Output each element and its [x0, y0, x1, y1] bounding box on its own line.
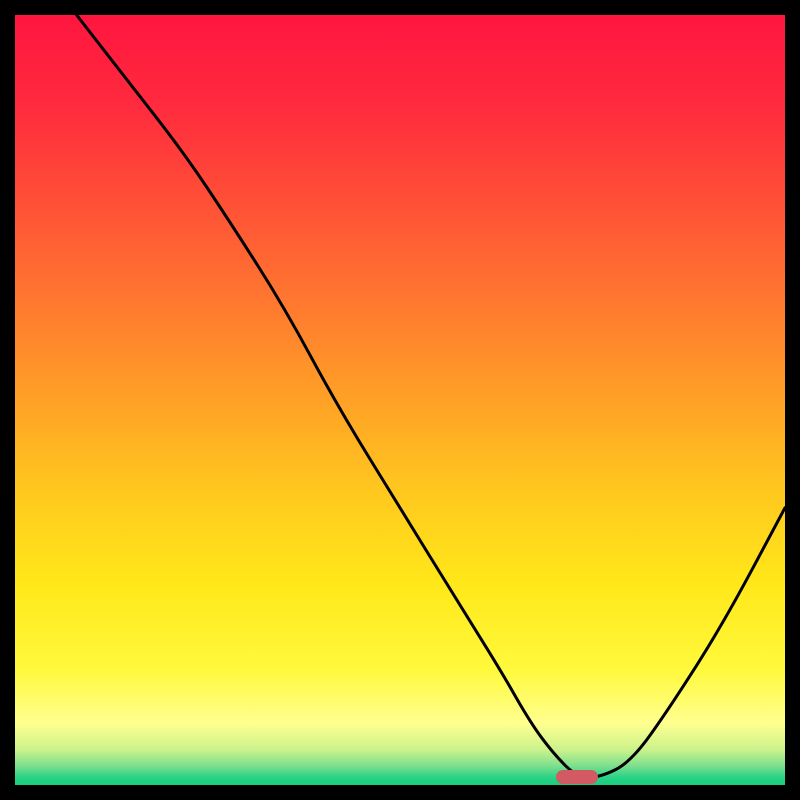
gradient-background: [15, 15, 785, 785]
optimal-point-marker: [556, 770, 598, 784]
bottleneck-chart: [15, 15, 785, 785]
chart-frame: TheBottleneck.com: [15, 15, 785, 785]
